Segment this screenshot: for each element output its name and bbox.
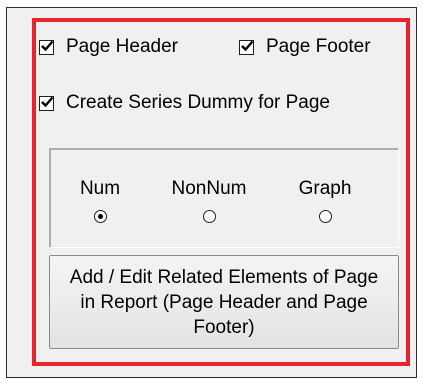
radio-label-num: Num	[79, 178, 121, 199]
checkbox-check-icon[interactable]	[39, 95, 54, 111]
checkbox-check-icon[interactable]	[239, 39, 254, 55]
radio-nonnum[interactable]	[203, 210, 216, 223]
radio-graph[interactable]	[319, 210, 332, 223]
checkbox-check-icon[interactable]	[39, 39, 54, 55]
series-dummy-label: Create Series Dummy for Page	[66, 92, 330, 113]
page-header-checkbox[interactable]: Page Header	[39, 36, 178, 58]
radio-label-nonnum: NonNum	[171, 178, 247, 199]
add-edit-related-elements-button[interactable]: Add / Edit Related Elements of Page in R…	[49, 255, 399, 349]
page-footer-checkbox[interactable]: Page Footer	[239, 36, 371, 58]
page-footer-label: Page Footer	[266, 36, 371, 57]
radio-label-graph: Graph	[298, 178, 352, 199]
radio-num[interactable]	[94, 210, 107, 223]
options-panel: Page Header Page Footer Create Series Du…	[0, 0, 423, 383]
series-dummy-checkbox[interactable]: Create Series Dummy for Page	[39, 92, 330, 114]
page-header-label: Page Header	[66, 36, 178, 57]
radio-selected-dot-icon	[97, 213, 103, 219]
